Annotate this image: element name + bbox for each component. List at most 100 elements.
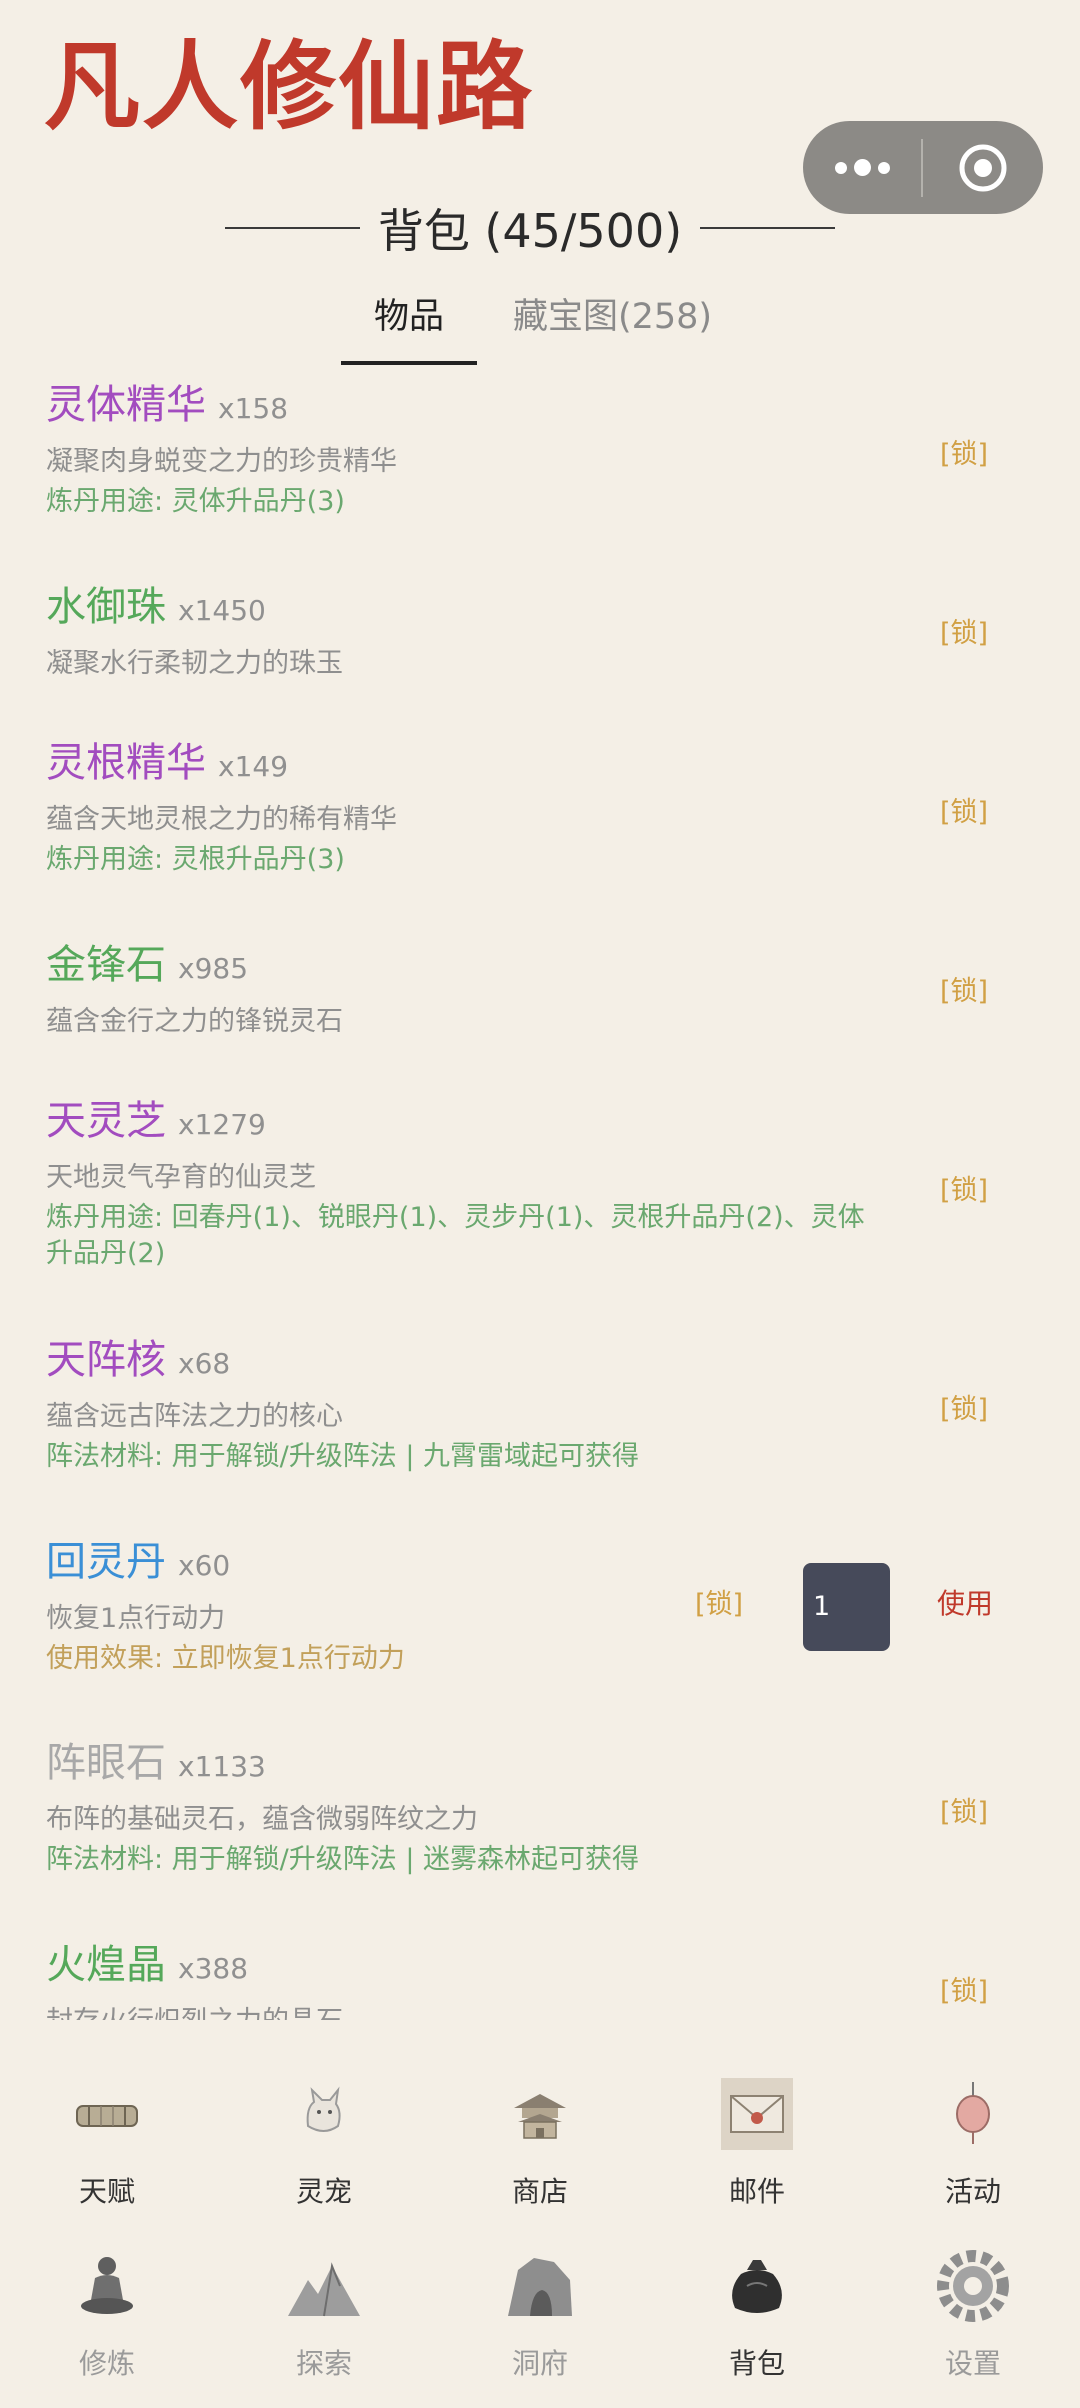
- item-name: 金锋石: [46, 942, 166, 988]
- nav-label: 探索: [295, 2347, 352, 2380]
- cave-icon: [508, 2258, 572, 2316]
- item-description: 恢复1点行动力: [46, 1603, 226, 1634]
- item-count: x388: [178, 1952, 249, 1985]
- item-count: x158: [218, 392, 289, 425]
- item-name: 水御珠: [46, 584, 166, 630]
- list-item[interactable]: 水御珠 x1450 凝聚水行柔韧之力的珠玉 [锁]: [0, 574, 1080, 684]
- item-title: 灵根精华 x149: [46, 730, 288, 800]
- item-title: 回灵丹 x60: [46, 1529, 230, 1599]
- item-description: 蕴含远古阵法之力的核心: [46, 1401, 343, 1432]
- item-count: x149: [218, 750, 289, 783]
- list-item[interactable]: 火煌晶 x388 封存火行炽烈之力的晶石 [锁]: [0, 1932, 1080, 2020]
- nav-events[interactable]: 活动: [893, 2066, 1053, 2236]
- lock-button[interactable]: [锁]: [940, 1790, 988, 1829]
- item-count: x68: [178, 1347, 231, 1380]
- nav-cultivate[interactable]: 修炼: [27, 2238, 187, 2408]
- list-item[interactable]: 天阵核 x68 蕴含远古阵法之力的核心 阵法材料: 用于解锁/升级阵法 | 九霄雷…: [0, 1327, 1080, 1477]
- item-title: 天阵核 x68: [46, 1327, 230, 1397]
- nav-label: 邮件: [728, 2175, 785, 2208]
- item-description: 蕴含天地灵根之力的稀有精华: [46, 804, 397, 835]
- nav-explore[interactable]: 探索: [244, 2238, 404, 2408]
- item-title: 金锋石 x985: [46, 932, 248, 1002]
- nav-mail[interactable]: 邮件: [677, 2066, 837, 2236]
- nav-pet[interactable]: 灵宠: [244, 2066, 404, 2236]
- nav-shop[interactable]: 商店: [460, 2066, 620, 2236]
- item-usage: 炼丹用途: 灵根升品丹(3): [46, 844, 345, 875]
- item-description: 凝聚水行柔韧之力的珠玉: [46, 648, 343, 679]
- bottom-nav-row-2: 修炼 探索 洞府 背包 设置: [0, 2238, 1080, 2408]
- tab-items[interactable]: 物品: [341, 282, 477, 365]
- item-usage: 炼丹用途: 回春丹(1)、锐眼丹(1)、灵步丹(1)、灵根升品丹(2)、灵体升品…: [46, 1202, 865, 1269]
- inventory-heading: 背包 (45/500): [0, 188, 1060, 268]
- pavilion-icon: [514, 2094, 566, 2139]
- nav-label: 洞府: [511, 2347, 568, 2380]
- close-target-icon[interactable]: [923, 142, 1043, 194]
- app-title: 凡人修仙路: [44, 30, 534, 143]
- list-item[interactable]: 灵根精华 x149 蕴含天地灵根之力的稀有精华 炼丹用途: 灵根升品丹(3) [锁…: [0, 730, 1080, 880]
- nav-label: 活动: [944, 2175, 1001, 2208]
- lantern-icon: [956, 2082, 990, 2144]
- inventory-title: 背包 (45/500): [377, 204, 683, 258]
- list-item[interactable]: 天灵芝 x1279 天地灵气孕育的仙灵芝 炼丹用途: 回春丹(1)、锐眼丹(1)、…: [0, 1088, 1080, 1278]
- bottom-nav-row-1: 天赋 灵宠 商店 邮件 活动: [0, 2066, 1080, 2236]
- nav-label: 设置: [944, 2347, 1001, 2380]
- item-name: 天灵芝: [46, 1098, 166, 1144]
- item-description: 天地灵气孕育的仙灵芝: [46, 1162, 316, 1193]
- item-count: x1450: [178, 594, 266, 627]
- mountain-icon: [288, 2262, 360, 2317]
- item-name: 回灵丹: [46, 1539, 166, 1585]
- list-item[interactable]: 灵体精华 x158 凝聚肉身蜕变之力的珍贵精华 炼丹用途: 灵体升品丹(3) [锁…: [0, 372, 1080, 522]
- item-title: 灵体精华 x158: [46, 372, 288, 442]
- quantity-input[interactable]: 1: [803, 1563, 890, 1651]
- nav-settings[interactable]: 设置: [893, 2238, 1053, 2408]
- more-menu-icon[interactable]: [803, 159, 921, 176]
- use-button[interactable]: 使用: [937, 1582, 993, 1622]
- envelope-icon: [721, 2078, 793, 2150]
- item-name: 火煌晶: [46, 1942, 166, 1988]
- meditation-icon: [81, 2257, 133, 2314]
- item-name: 灵根精华: [46, 740, 206, 786]
- item-list[interactable]: 灵体精华 x158 凝聚肉身蜕变之力的珍贵精华 炼丹用途: 灵体升品丹(3) [锁…: [0, 372, 1080, 2020]
- item-usage: 炼丹用途: 灵体升品丹(3): [46, 486, 345, 517]
- lock-button[interactable]: [锁]: [940, 611, 988, 650]
- item-title: 水御珠 x1450: [46, 574, 266, 644]
- tab-treasure-maps[interactable]: 藏宝图(258): [505, 282, 720, 352]
- nav-label: 修炼: [78, 2347, 135, 2380]
- fox-icon: [306, 2086, 341, 2132]
- heading-line-left: [224, 227, 360, 229]
- bag-icon: [732, 2260, 782, 2313]
- item-name: 天阵核: [46, 1337, 166, 1383]
- item-usage: 阵法材料: 用于解锁/升级阵法 | 九霄雷域起可获得: [46, 1441, 640, 1472]
- nav-label: 商店: [511, 2175, 568, 2208]
- lock-button[interactable]: [锁]: [940, 1168, 988, 1207]
- item-description: 蕴含金行之力的锋锐灵石: [46, 1006, 343, 1037]
- item-name: 灵体精华: [46, 382, 206, 428]
- lock-button[interactable]: [锁]: [940, 790, 988, 829]
- nav-backpack[interactable]: 背包: [677, 2238, 837, 2408]
- lock-button[interactable]: [锁]: [940, 969, 988, 1008]
- item-count: x985: [178, 952, 249, 985]
- item-description: 凝聚肉身蜕变之力的珍贵精华: [46, 446, 397, 477]
- lock-button[interactable]: [锁]: [940, 1387, 988, 1426]
- lock-button[interactable]: [锁]: [940, 432, 988, 471]
- nav-label: 天赋: [78, 2175, 135, 2208]
- item-title: 天灵芝 x1279: [46, 1088, 266, 1158]
- lock-button[interactable]: [锁]: [695, 1582, 743, 1621]
- item-count: x1133: [178, 1750, 266, 1783]
- gear-icon: [937, 2250, 1009, 2322]
- list-item[interactable]: 阵眼石 x1133 布阵的基础灵石，蕴含微弱阵纹之力 阵法材料: 用于解锁/升级阵…: [0, 1730, 1080, 1880]
- item-title: 火煌晶 x388: [46, 1932, 248, 2002]
- item-name: 阵眼石: [46, 1740, 166, 1786]
- inventory-tabs: 物品 藏宝图(258): [0, 282, 1080, 365]
- nav-cave[interactable]: 洞府: [460, 2238, 620, 2408]
- item-effect: 使用效果: 立即恢复1点行动力: [46, 1643, 405, 1674]
- heading-line-right: [700, 227, 836, 229]
- list-item[interactable]: 金锋石 x985 蕴含金行之力的锋锐灵石 [锁]: [0, 932, 1080, 1042]
- item-title: 阵眼石 x1133: [46, 1730, 266, 1800]
- lock-button[interactable]: [锁]: [940, 1969, 988, 2008]
- item-count: x60: [178, 1549, 231, 1582]
- item-description: 布阵的基础灵石，蕴含微弱阵纹之力: [46, 1804, 478, 1835]
- item-count: x1279: [178, 1108, 266, 1141]
- nav-talent[interactable]: 天赋: [27, 2066, 187, 2236]
- list-item[interactable]: 回灵丹 x60 恢复1点行动力 使用效果: 立即恢复1点行动力 [锁] 1 使用: [0, 1529, 1080, 1679]
